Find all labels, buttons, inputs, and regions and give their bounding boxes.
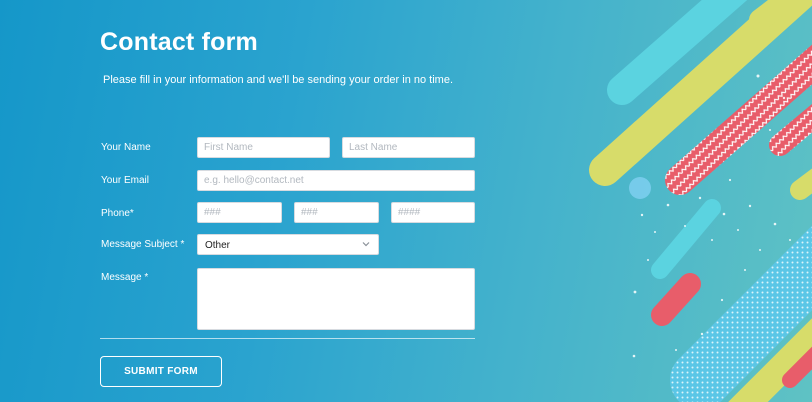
stripe-yellow-2 bbox=[790, 168, 812, 200]
phone-area-code-input[interactable] bbox=[197, 202, 282, 223]
page-subtitle: Please fill in your information and we'l… bbox=[103, 74, 454, 86]
decorative-background-stripes bbox=[589, 0, 812, 402]
message-subject-select[interactable]: Other bbox=[197, 234, 379, 255]
message-textarea[interactable] bbox=[197, 268, 475, 330]
phone-line-number-input[interactable] bbox=[391, 202, 475, 223]
stripe-red-short bbox=[651, 273, 701, 326]
chevron-down-icon bbox=[362, 242, 370, 247]
submit-form-button[interactable]: SUBMIT FORM bbox=[100, 356, 222, 387]
message-subject-value: Other bbox=[205, 240, 231, 251]
message-label: Message * bbox=[101, 272, 149, 283]
first-name-input[interactable] bbox=[197, 137, 330, 158]
phone-prefix-input[interactable] bbox=[294, 202, 379, 223]
your-email-label: Your Email bbox=[101, 175, 149, 186]
bubble-circle bbox=[629, 177, 651, 199]
your-name-label: Your Name bbox=[101, 142, 151, 153]
form-divider bbox=[100, 338, 475, 339]
page: Contact form Please fill in your informa… bbox=[0, 0, 812, 402]
message-subject-label: Message Subject * bbox=[101, 239, 185, 250]
email-input[interactable] bbox=[197, 170, 475, 191]
phone-label: Phone* bbox=[101, 208, 134, 219]
last-name-input[interactable] bbox=[342, 137, 475, 158]
stripe-cyan-mid bbox=[651, 199, 721, 279]
page-title: Contact form bbox=[100, 28, 258, 56]
